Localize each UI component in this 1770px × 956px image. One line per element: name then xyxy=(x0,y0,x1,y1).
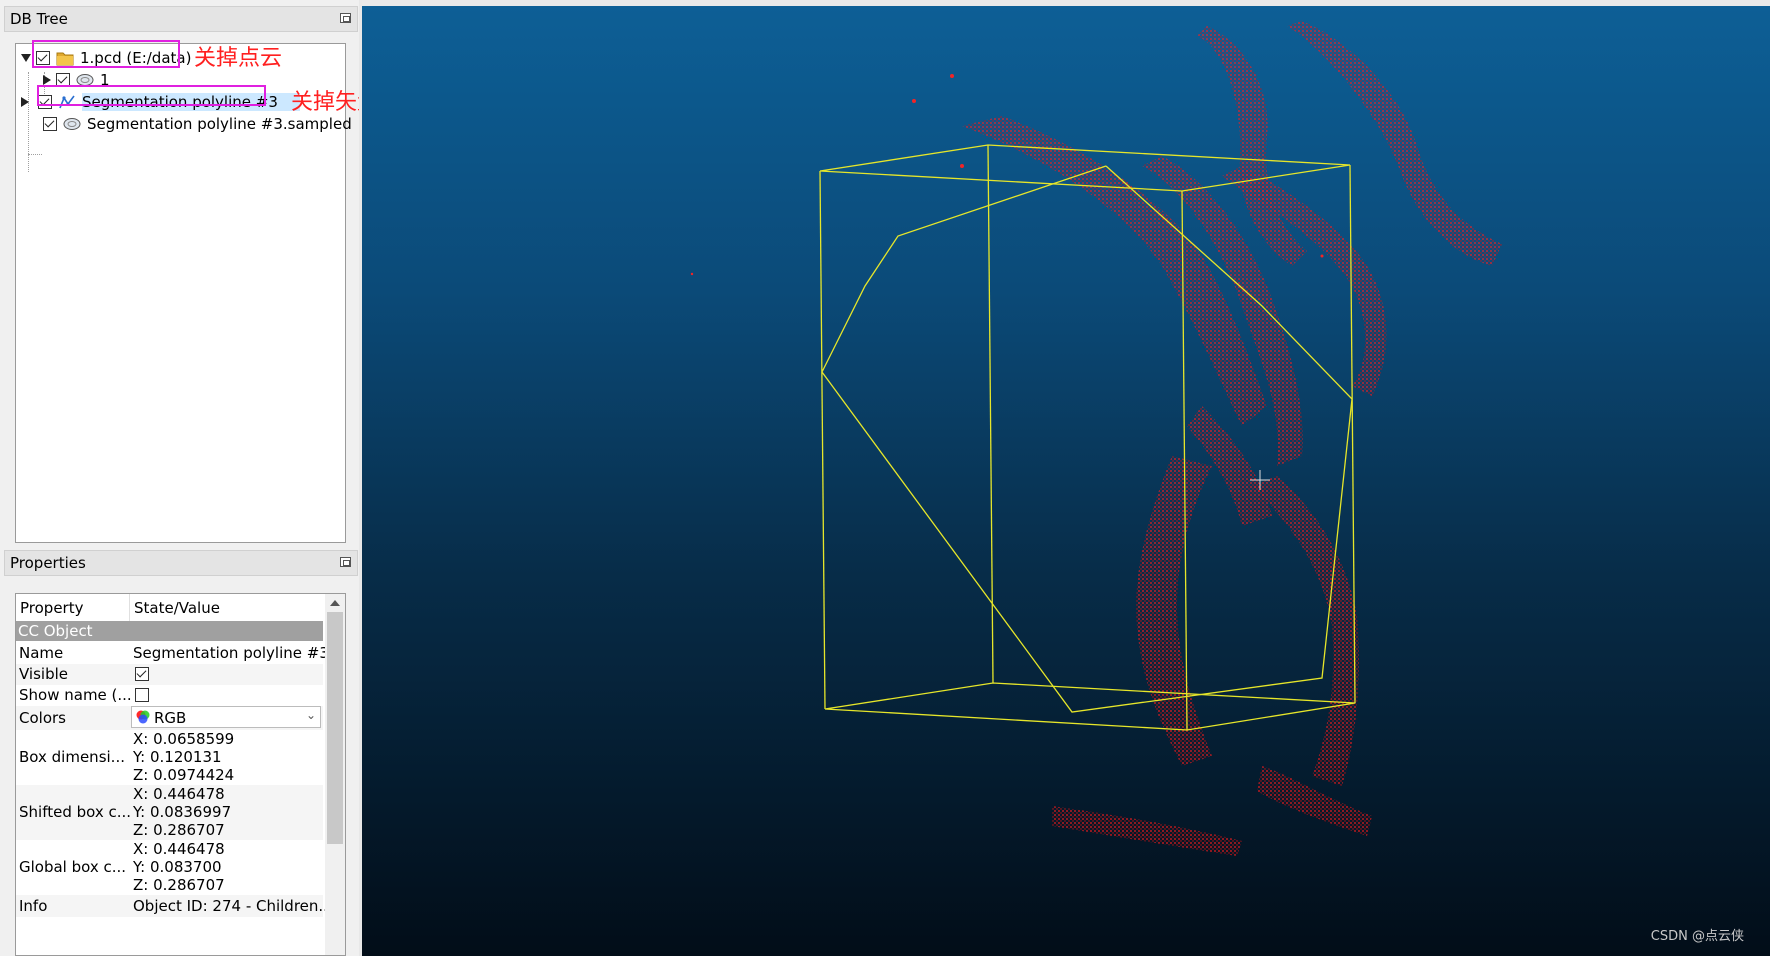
point-cloud-foot-left xyxy=(1052,806,1242,856)
prop-value-y: Y: 0.120131 xyxy=(133,748,222,766)
tree-connector xyxy=(28,72,29,172)
tree-connector xyxy=(28,154,42,155)
db-tree-title: DB Tree xyxy=(10,10,68,28)
prop-value[interactable]: Segmentation polyline #3 xyxy=(133,644,329,662)
rgb-icon xyxy=(136,710,150,724)
expand-arrow-icon[interactable] xyxy=(21,97,29,107)
left-dock: DB Tree 1.pcd (E:/data) 1 Segmentation p… xyxy=(0,0,401,956)
properties-header: Property State/Value xyxy=(16,594,323,622)
bbox-bottom-face xyxy=(824,682,1356,731)
collapse-arrow-icon[interactable] xyxy=(21,54,31,62)
tree-item-label: Segmentation polyline #3.sampled xyxy=(87,115,352,133)
point-cloud-torso xyxy=(962,116,1267,426)
prop-row-colors: Colors RGB ⌄ xyxy=(16,706,323,730)
chevron-down-icon: ⌄ xyxy=(305,708,316,722)
prop-value-z: Z: 0.286707 xyxy=(133,876,225,894)
prop-key: Name xyxy=(19,644,64,662)
point-cloud-right-leg xyxy=(1252,476,1359,786)
prop-key: Visible xyxy=(19,665,68,683)
prop-key: Shifted box c... xyxy=(19,803,132,821)
section-cc-object: CC Object xyxy=(16,621,323,641)
point-cloud-icon xyxy=(63,117,81,131)
colors-dropdown[interactable]: RGB ⌄ xyxy=(131,706,321,728)
prop-key: Show name (... xyxy=(19,686,132,704)
tree-item-sampled-checkbox[interactable] xyxy=(43,117,57,131)
scroll-thumb[interactable] xyxy=(327,612,343,844)
prop-value-y: Y: 0.0836997 xyxy=(133,803,232,821)
prop-row-name: Name Segmentation polyline #3 xyxy=(16,642,329,664)
highlight-box-polyline xyxy=(37,85,266,106)
bbox-edge xyxy=(819,170,826,710)
prop-key: Colors xyxy=(19,709,66,727)
prop-value-x: X: 0.0658599 xyxy=(133,730,235,748)
point-cloud xyxy=(690,21,1502,856)
prop-value-x: X: 0.446478 xyxy=(133,840,225,858)
float-dock-icon[interactable] xyxy=(340,557,351,567)
show-name-checkbox[interactable] xyxy=(135,688,149,702)
db-tree-panel: 1.pcd (E:/data) 1 Segmentation polyline … xyxy=(15,40,401,543)
prop-value-z: Z: 0.0974424 xyxy=(133,766,235,784)
prop-key: Box dimensi... xyxy=(19,748,125,766)
bbox-edge xyxy=(987,144,994,684)
colors-value: RGB xyxy=(154,709,187,727)
prop-key: Info xyxy=(19,897,48,915)
prop-row-global-box: Global box c... X: 0.446478 Y: 0.083700 … xyxy=(16,840,323,895)
scroll-up-arrow-icon[interactable] xyxy=(330,600,340,606)
tree-item-polyline-sampled[interactable]: Segmentation polyline #3.sampled xyxy=(43,113,352,135)
prop-row-info: Info Object ID: 274 - Children... xyxy=(16,895,333,917)
3d-view[interactable]: CSDN @点云侠 xyxy=(362,6,1770,956)
prop-row-shifted-box: Shifted box c... X: 0.446478 Y: 0.083699… xyxy=(16,785,323,840)
float-dock-icon[interactable] xyxy=(340,13,351,23)
properties-title: Properties xyxy=(10,554,86,572)
annotation-turn-off-cloud: 关掉点云 xyxy=(194,46,283,71)
properties-scrollbar[interactable] xyxy=(325,594,345,955)
prop-row-box-dimensions: Box dimensi... X: 0.0658599 Y: 0.120131 … xyxy=(16,730,323,785)
prop-key: Global box c... xyxy=(19,858,127,876)
header-state-value[interactable]: State/Value xyxy=(134,599,220,617)
properties-panel: Property State/Value CC Object Name Segm… xyxy=(15,593,346,956)
scene-svg xyxy=(690,21,1502,856)
highlight-box-point-cloud xyxy=(32,40,180,68)
header-property[interactable]: Property xyxy=(20,599,83,617)
prop-value: Object ID: 274 - Children... xyxy=(133,897,333,915)
prop-value-x: X: 0.446478 xyxy=(133,785,225,803)
expand-arrow-icon[interactable] xyxy=(43,75,51,85)
column-divider[interactable] xyxy=(129,594,130,621)
watermark: CSDN @点云侠 xyxy=(1650,929,1744,944)
prop-value-z: Z: 0.286707 xyxy=(133,821,225,839)
point-cloud-left-leg xyxy=(1136,456,1212,766)
prop-row-visible: Visible xyxy=(16,664,323,685)
db-tree-title-bar: DB Tree xyxy=(4,6,358,32)
properties-title-bar: Properties xyxy=(4,550,358,576)
prop-row-show-name: Show name (... xyxy=(16,685,323,706)
visible-checkbox[interactable] xyxy=(135,667,149,681)
prop-value-y: Y: 0.083700 xyxy=(133,858,222,876)
